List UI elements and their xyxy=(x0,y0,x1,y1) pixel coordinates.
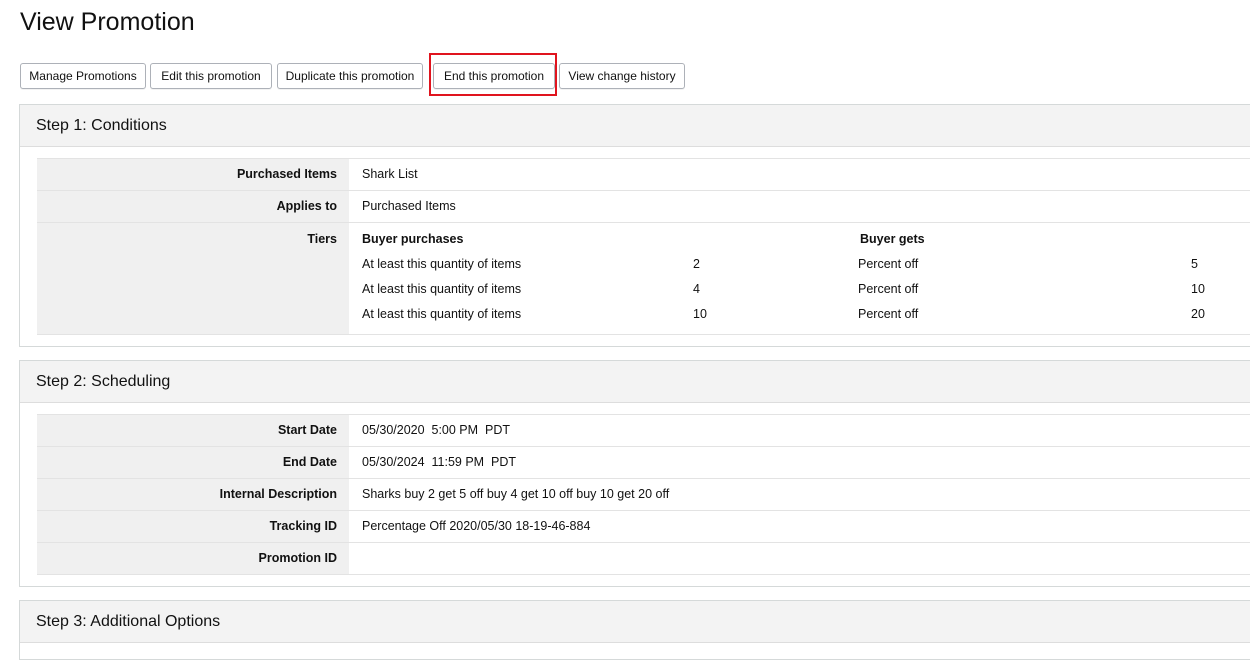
end-date-value: 05/30/2024 11:59 PM PDT xyxy=(362,455,517,469)
section-heading: Step 1: Conditions xyxy=(20,105,1250,147)
table-row: Internal Description Sharks buy 2 get 5 … xyxy=(37,478,1250,510)
purchased-items-value: Shark List xyxy=(362,167,418,181)
page-title: View Promotion xyxy=(20,8,195,36)
section-heading: Step 3: Additional Options xyxy=(20,601,1250,643)
table-row: Purchased Items Shark List xyxy=(37,158,1250,190)
tier-benefit: Percent off xyxy=(858,257,919,271)
tier-condition: At least this quantity of items xyxy=(362,257,522,271)
row-label: Purchased Items xyxy=(37,159,349,190)
tier-quantity: 4 xyxy=(693,282,700,296)
scheduling-section: Step 2: Scheduling Start Date 05/30/2020… xyxy=(19,360,1250,587)
table-row: Tracking ID Percentage Off 2020/05/30 18… xyxy=(37,510,1250,542)
tier-quantity: 2 xyxy=(693,257,700,271)
row-label: End Date xyxy=(37,447,349,478)
view-change-history-button[interactable]: View change history xyxy=(559,63,685,89)
internal-description-value: Sharks buy 2 get 5 off buy 4 get 10 off … xyxy=(362,487,670,501)
tier-amount: 20 xyxy=(1191,307,1205,321)
row-label: Applies to xyxy=(37,191,349,222)
tier-amount: 10 xyxy=(1191,282,1205,296)
end-promotion-button[interactable]: End this promotion xyxy=(433,63,555,89)
start-date-value: 05/30/2020 5:00 PM PDT xyxy=(362,423,511,437)
table-row: Promotion ID xyxy=(37,542,1250,575)
tiers-header: Buyer purchases xyxy=(362,232,464,246)
row-label: Tracking ID xyxy=(37,511,349,542)
table-row: End Date 05/30/2024 11:59 PM PDT xyxy=(37,446,1250,478)
tiers-header: Buyer gets xyxy=(860,232,925,246)
edit-promotion-button[interactable]: Edit this promotion xyxy=(150,63,272,89)
tier-benefit: Percent off xyxy=(858,282,919,296)
tracking-id-value: Percentage Off 2020/05/30 18-19-46-884 xyxy=(362,519,591,533)
conditions-section: Step 1: Conditions Purchased Items Shark… xyxy=(19,104,1250,347)
row-label: Start Date xyxy=(37,415,349,446)
conditions-table: Purchased Items Shark List Applies to Pu… xyxy=(37,158,1250,335)
table-row: Tiers Buyer purchases Buyer gets At leas… xyxy=(37,222,1250,335)
tier-quantity: 10 xyxy=(693,307,707,321)
duplicate-promotion-button[interactable]: Duplicate this promotion xyxy=(277,63,423,89)
additional-options-section: Step 3: Additional Options xyxy=(19,600,1250,660)
tier-condition: At least this quantity of items xyxy=(362,282,522,296)
row-label: Promotion ID xyxy=(37,543,349,574)
scheduling-table: Start Date 05/30/2020 5:00 PM PDT End Da… xyxy=(37,414,1250,575)
table-row: Applies to Purchased Items xyxy=(37,190,1250,222)
row-label: Internal Description xyxy=(37,479,349,510)
applies-to-value: Purchased Items xyxy=(362,199,456,213)
table-row: Start Date 05/30/2020 5:00 PM PDT xyxy=(37,414,1250,446)
tier-benefit: Percent off xyxy=(858,307,919,321)
row-label: Tiers xyxy=(37,223,349,334)
tier-amount: 5 xyxy=(1191,257,1198,271)
manage-promotions-button[interactable]: Manage Promotions xyxy=(20,63,146,89)
tier-condition: At least this quantity of items xyxy=(362,307,522,321)
section-heading: Step 2: Scheduling xyxy=(20,361,1250,403)
